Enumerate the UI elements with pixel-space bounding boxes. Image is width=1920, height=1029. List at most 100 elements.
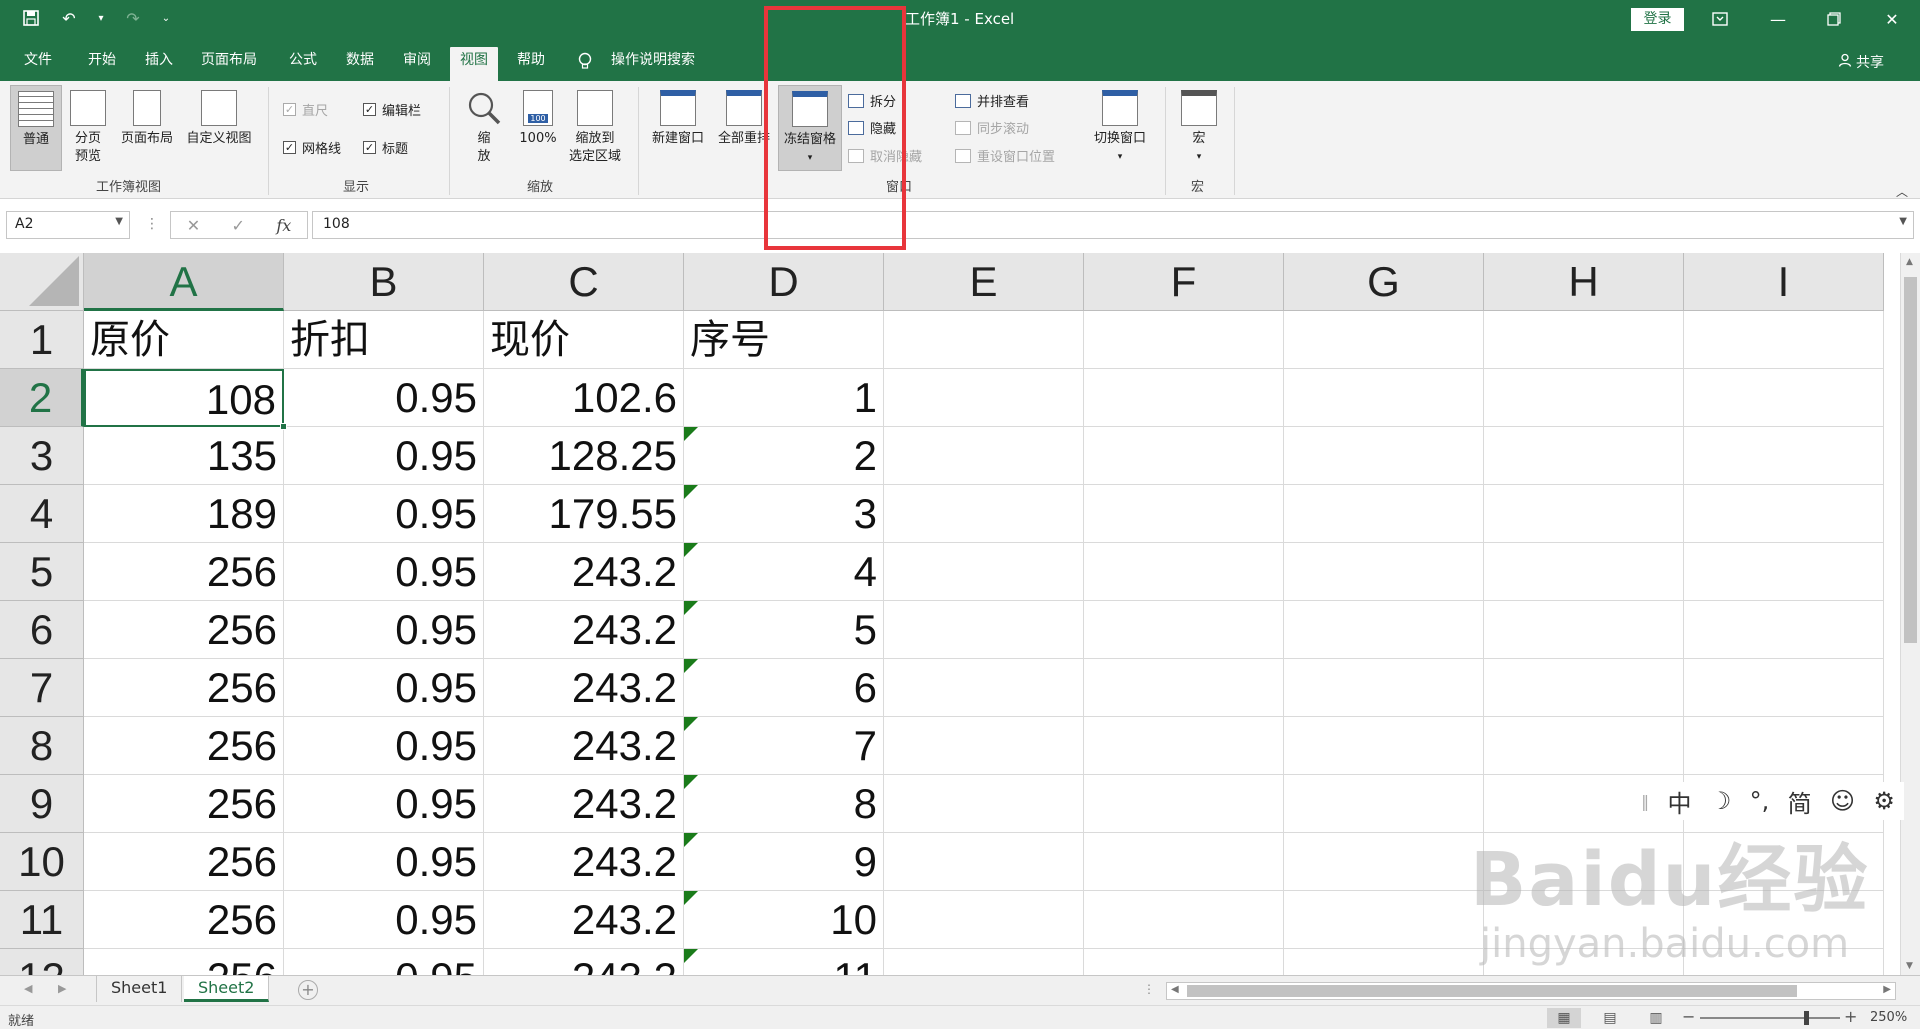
close-icon[interactable]: ✕ [1872,6,1912,32]
cell-d1[interactable]: 序号 [684,311,884,369]
cell-e2[interactable] [884,369,1084,427]
restore-icon[interactable] [1814,6,1854,32]
page-break-status-icon[interactable]: ▥ [1639,1008,1673,1028]
zoom-slider[interactable] [1700,1011,1840,1025]
cell-h7[interactable] [1484,659,1684,717]
undo-icon[interactable]: ↶ [58,7,80,29]
prev-sheet-icon[interactable]: ◀ [24,982,32,995]
undo-dropdown-icon[interactable]: ▾ [96,7,106,29]
cell-f12[interactable] [1084,949,1284,975]
cell-a11[interactable]: 256 [84,891,284,949]
gridlines-checkbox[interactable]: ✓ 网格线 [283,138,341,157]
cell-g7[interactable] [1284,659,1484,717]
cell-g8[interactable] [1284,717,1484,775]
ime-punctuation[interactable]: °, [1750,787,1770,815]
cell-f9[interactable] [1084,775,1284,833]
cell-h5[interactable] [1484,543,1684,601]
cell-b3[interactable]: 0.95 [284,427,484,485]
scroll-down-icon[interactable]: ▼ [1906,961,1913,971]
cell-e8[interactable] [884,717,1084,775]
vertical-scrollbar[interactable]: ▲ ▼ [1900,253,1920,975]
cell-c10[interactable]: 243.2 [484,833,684,891]
row-header-2[interactable]: 2 [0,369,84,427]
cell-a3[interactable]: 135 [84,427,284,485]
row-header-11[interactable]: 11 [0,891,84,949]
zoom-in-icon[interactable]: + [1844,1007,1857,1026]
row-header-8[interactable]: 8 [0,717,84,775]
zoom-level[interactable]: 250% [1870,1010,1907,1025]
cell-i1[interactable] [1684,311,1884,369]
zoom-to-selection-button[interactable]: 缩放到 选定区域 [562,90,628,166]
column-header-d[interactable]: D [684,253,884,311]
minimize-icon[interactable]: — [1758,6,1798,32]
cell-h11[interactable] [1484,891,1684,949]
cell-e6[interactable] [884,601,1084,659]
cell-f6[interactable] [1084,601,1284,659]
gear-icon[interactable]: ⚙ [1873,787,1895,815]
cell-f7[interactable] [1084,659,1284,717]
cell-i4[interactable] [1684,485,1884,543]
cell-b11[interactable]: 0.95 [284,891,484,949]
sheet-tab-sheet2[interactable]: Sheet2 [184,976,270,1002]
cell-i12[interactable] [1684,949,1884,975]
hide-window-button[interactable]: 隐藏 [848,118,896,137]
select-all-button[interactable] [0,253,84,311]
tab-data[interactable]: 数据 [346,48,374,81]
enter-icon[interactable]: ✓ [232,216,245,235]
cell-d10[interactable]: 9 [684,833,884,891]
cell-i7[interactable] [1684,659,1884,717]
cell-a4[interactable]: 189 [84,485,284,543]
cell-e9[interactable] [884,775,1084,833]
ime-simplified[interactable]: 简 [1788,784,1812,819]
cell-e4[interactable] [884,485,1084,543]
cell-i3[interactable] [1684,427,1884,485]
ribbon-display-options-icon[interactable] [1700,6,1740,32]
cell-e7[interactable] [884,659,1084,717]
column-header-i[interactable]: I [1684,253,1884,311]
cell-f2[interactable] [1084,369,1284,427]
ime-handle[interactable]: ‖ [1641,792,1649,811]
cell-c9[interactable]: 243.2 [484,775,684,833]
save-icon[interactable] [20,7,42,29]
cell-d9[interactable]: 8 [684,775,884,833]
cell-f1[interactable] [1084,311,1284,369]
cell-d11[interactable]: 10 [684,891,884,949]
view-side-by-side-button[interactable]: 并排查看 [955,91,1029,110]
cell-e11[interactable] [884,891,1084,949]
cell-g4[interactable] [1284,485,1484,543]
cell-c5[interactable]: 243.2 [484,543,684,601]
cell-a12[interactable]: 256 [84,949,284,975]
share-button[interactable]: 共享 [1838,52,1884,72]
chevron-down-icon[interactable]: ▼ [115,216,123,227]
cell-h2[interactable] [1484,369,1684,427]
column-header-c[interactable]: C [484,253,684,311]
row-header-10[interactable]: 10 [0,833,84,891]
cell-i5[interactable] [1684,543,1884,601]
fill-handle[interactable] [280,423,287,430]
formula-bar-checkbox[interactable]: ✓ 编辑栏 [363,100,421,119]
name-box[interactable]: A2 ▼ [6,211,130,239]
cell-f11[interactable] [1084,891,1284,949]
next-sheet-icon[interactable]: ▶ [58,982,66,995]
cell-h10[interactable] [1484,833,1684,891]
cell-d3[interactable]: 2 [684,427,884,485]
tab-home[interactable]: 开始 [88,48,116,81]
tab-formulas[interactable]: 公式 [289,48,317,81]
cell-d5[interactable]: 4 [684,543,884,601]
cell-g2[interactable] [1284,369,1484,427]
cell-d7[interactable]: 6 [684,659,884,717]
scroll-left-icon[interactable]: ◀ [1171,984,1179,995]
cell-e1[interactable] [884,311,1084,369]
normal-view-status-icon[interactable]: ▦ [1547,1008,1581,1028]
cell-h3[interactable] [1484,427,1684,485]
row-header-9[interactable]: 9 [0,775,84,833]
cell-a6[interactable]: 256 [84,601,284,659]
cell-d4[interactable]: 3 [684,485,884,543]
column-header-h[interactable]: H [1484,253,1684,311]
cell-g5[interactable] [1284,543,1484,601]
tab-help[interactable]: 帮助 [517,48,545,81]
cell-a1[interactable]: 原价 [84,311,284,369]
cell-e10[interactable] [884,833,1084,891]
macros-button[interactable]: 宏 ▾ [1175,90,1223,166]
emoji-icon[interactable]: ☺ [1830,787,1855,815]
